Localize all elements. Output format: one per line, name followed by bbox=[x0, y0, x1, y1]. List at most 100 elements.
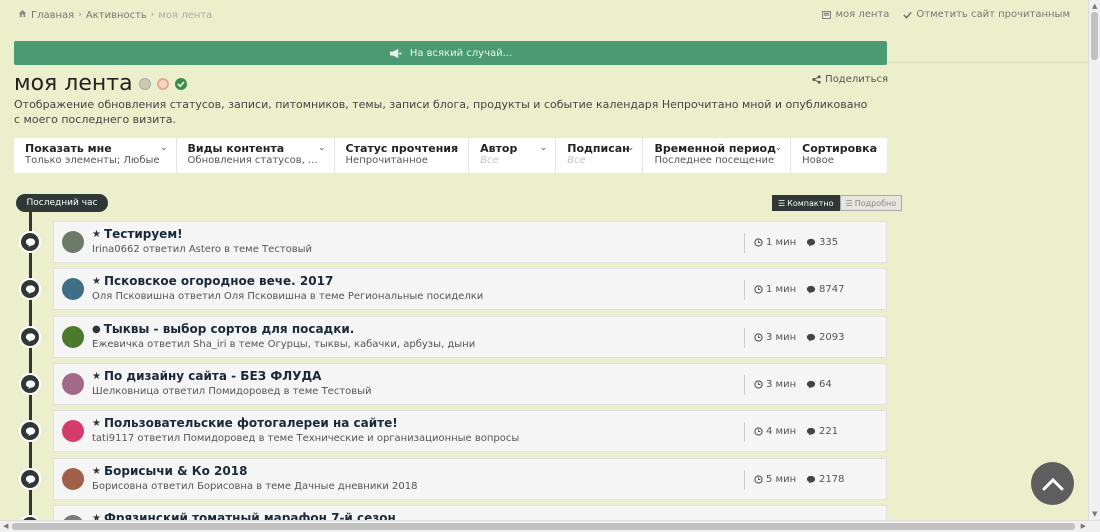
row-divider bbox=[744, 470, 745, 490]
topic-time: 5 мин bbox=[754, 474, 796, 485]
scroll-thumb[interactable] bbox=[12, 523, 1075, 530]
view-toggle: ☰ Компактно ☰ Подробно bbox=[772, 195, 903, 211]
topic-time: 1 мин bbox=[754, 237, 796, 248]
reply-count: 8747 bbox=[806, 284, 844, 295]
topic-title-link[interactable]: ● Тыквы - выбор сортов для посадки. bbox=[92, 322, 354, 336]
topic-time: 4 мин bbox=[754, 426, 796, 437]
avatar[interactable] bbox=[62, 420, 84, 442]
topic-title-link[interactable]: ★ Фрязинский томатный марафон 7-й сезон bbox=[92, 511, 396, 520]
chevron-up-icon bbox=[1042, 477, 1063, 490]
clock-icon bbox=[754, 285, 763, 294]
comment-icon bbox=[19, 231, 41, 253]
my-feed-link[interactable]: моя лента bbox=[822, 9, 889, 20]
topic-time-value: 3 мин bbox=[766, 332, 797, 343]
scroll-down-arrow[interactable]: ▼ bbox=[1092, 510, 1097, 518]
avatar[interactable] bbox=[62, 231, 84, 253]
topic-time-value: 4 мин bbox=[766, 426, 797, 437]
filter-time-period[interactable]: Временной период Последнее посещение ⌄ bbox=[643, 138, 792, 173]
topic-title-link[interactable]: ★ Тестируем! bbox=[92, 227, 183, 241]
topic-meta: Борисовна ответил Борисовна в теме Дачны… bbox=[92, 481, 418, 492]
row-divider bbox=[744, 233, 745, 253]
filter-followed[interactable]: Подписан Все ⌄ bbox=[556, 138, 644, 173]
view-detailed-button[interactable]: ☰ Подробно bbox=[839, 195, 903, 211]
view-compact-button[interactable]: ☰ Компактно bbox=[772, 195, 840, 211]
reply-count-value: 2178 bbox=[819, 474, 845, 485]
list-item[interactable]: ★ По дизайну сайта - БЕЗ ФЛУДА Шелковница … bbox=[53, 363, 887, 405]
comment-icon bbox=[806, 238, 816, 247]
topic-title: Тыквы - выбор сортов для посадки. bbox=[103, 322, 355, 336]
list-item[interactable]: ★ Тестируем! Irina0662 ответил Astero в те… bbox=[53, 221, 887, 263]
horizontal-scrollbar[interactable]: ◀ ▶ bbox=[0, 520, 1100, 532]
avatar[interactable] bbox=[62, 373, 84, 395]
scroll-up-arrow[interactable]: ▲ bbox=[1092, 2, 1097, 10]
page-title: моя лента bbox=[14, 71, 133, 96]
clock-icon bbox=[754, 427, 763, 436]
filter-value: Только элементы; Любые bbox=[25, 155, 160, 166]
clock-icon bbox=[754, 475, 763, 484]
clock-icon bbox=[754, 333, 763, 342]
reply-count-value: 335 bbox=[819, 237, 839, 248]
filter-author[interactable]: Автор Все ⌄ bbox=[469, 138, 557, 173]
topic-meta: Оля Псковишна ответил Оля Псковишна в те… bbox=[92, 291, 484, 302]
mark-site-read-link[interactable]: Отметить сайт прочитанным bbox=[903, 9, 1070, 20]
breadcrumb-home[interactable]: Главная bbox=[31, 10, 74, 21]
topic-title-link[interactable]: ★ Псковское огородное вече. 2017 bbox=[92, 274, 333, 288]
star-icon: ★ bbox=[92, 370, 101, 382]
filter-label: Статус прочтения bbox=[345, 142, 459, 155]
row-divider bbox=[744, 375, 745, 395]
filter-value: Новое bbox=[802, 155, 834, 166]
clock-icon bbox=[754, 238, 763, 247]
scroll-left-arrow[interactable]: ◀ bbox=[3, 522, 8, 530]
filter-content-types[interactable]: Виды контента Обновления статусов, ... ⌄ bbox=[177, 138, 335, 173]
filter-label: Подписан bbox=[567, 142, 630, 155]
avatar[interactable] bbox=[62, 278, 84, 300]
star-icon: ★ bbox=[92, 275, 101, 287]
follow-icon[interactable] bbox=[156, 77, 169, 90]
chevron-down-icon: ⌄ bbox=[160, 143, 168, 153]
list-item[interactable]: ● Тыквы - выбор сортов для посадки. Ежевич… bbox=[53, 316, 887, 358]
topic-title: Фрязинский томатный марафон 7-й сезон bbox=[103, 511, 396, 520]
list-item[interactable]: ★ Борисычи & Ко 2018 Борисовна ответил Бор… bbox=[53, 458, 887, 500]
topic-title-link[interactable]: ★ Борисычи & Ко 2018 bbox=[92, 464, 247, 478]
filter-read-status[interactable]: Статус прочтения Непрочитанное ⌄ bbox=[335, 138, 470, 173]
filter-value: Все bbox=[567, 155, 586, 166]
avatar[interactable] bbox=[62, 468, 84, 490]
chevron-down-icon: ⌄ bbox=[452, 143, 461, 153]
unread-dot-icon: ● bbox=[92, 323, 101, 335]
chevron-down-icon: ⌄ bbox=[539, 143, 548, 153]
scroll-thumb[interactable] bbox=[1091, 12, 1098, 60]
avatar[interactable] bbox=[62, 326, 84, 348]
filter-label: Сортировка bbox=[802, 142, 878, 155]
list-item[interactable]: ★ Псковское огородное вече. 2017 Оля Псков… bbox=[53, 268, 887, 310]
scroll-to-top-button[interactable] bbox=[1031, 462, 1074, 505]
edit-icon[interactable] bbox=[138, 77, 151, 90]
topic-title-link[interactable]: ★ Пользовательские фотогалереи на сайте! bbox=[92, 416, 398, 430]
title-row: моя лента bbox=[14, 71, 187, 96]
check-circle-icon[interactable] bbox=[174, 77, 187, 90]
topic-title-link[interactable]: ★ По дизайну сайта - БЕЗ ФЛУДА bbox=[92, 369, 321, 383]
list-item[interactable]: ★ Пользовательские фотогалереи на сайте! t… bbox=[53, 410, 887, 452]
comment-icon bbox=[19, 420, 41, 442]
filter-label: Показать мне bbox=[25, 142, 112, 155]
list-item[interactable]: ★ Фрязинский томатный марафон 7-й сезон bbox=[53, 505, 887, 520]
megaphone-icon bbox=[389, 48, 402, 58]
page-description: Отображение обновления статусов, записи,… bbox=[14, 98, 868, 126]
chevron-down-icon: ⌄ bbox=[774, 143, 783, 153]
comment-icon bbox=[806, 475, 816, 484]
breadcrumb-activity[interactable]: Активность bbox=[86, 10, 147, 21]
scroll-right-arrow[interactable]: ▶ bbox=[1081, 522, 1086, 530]
announcement-banner[interactable]: На всякий случай... bbox=[14, 41, 887, 65]
topic-title: Борисычи & Ко 2018 bbox=[103, 464, 248, 478]
share-icon bbox=[812, 75, 821, 84]
topic-time: 3 мин bbox=[754, 379, 796, 390]
topic-meta: Шелковница ответил Помидоровед в теме Те… bbox=[92, 386, 372, 397]
topic-time: 1 мин bbox=[754, 284, 796, 295]
vertical-scrollbar[interactable]: ▲ ▼ bbox=[1088, 0, 1100, 520]
filter-show-me[interactable]: Показать мне Только элементы; Любые ⌄ bbox=[14, 138, 177, 173]
share-button[interactable]: Поделиться bbox=[812, 74, 888, 85]
breadcrumb: Главная › Активность › моя лента bbox=[18, 9, 212, 21]
page: Главная › Активность › моя лента моя лен… bbox=[0, 0, 1088, 520]
topic-time-value: 5 мин bbox=[766, 474, 797, 485]
star-icon: ★ bbox=[92, 512, 101, 521]
filter-sort[interactable]: Сортировка Новое ⌄ bbox=[791, 138, 887, 173]
